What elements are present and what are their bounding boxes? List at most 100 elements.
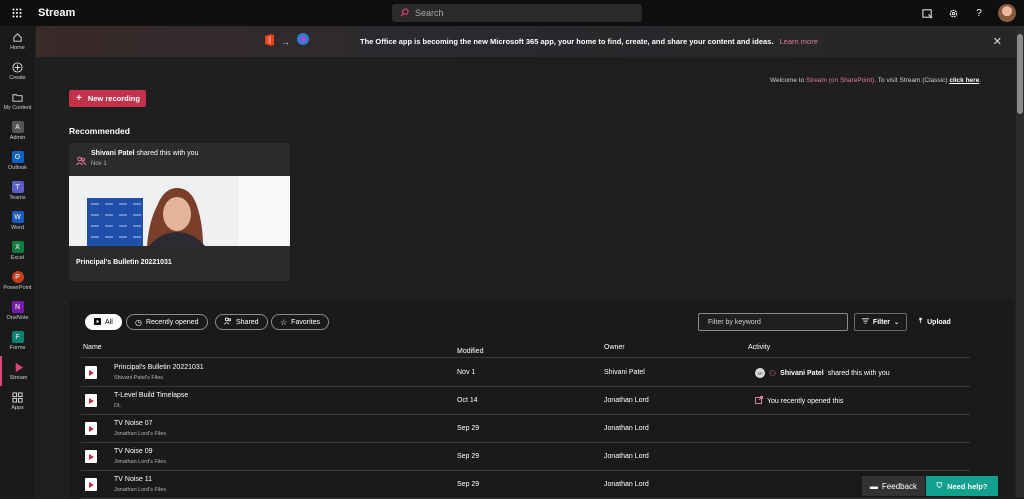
teams-icon: T	[11, 181, 24, 193]
user-avatar[interactable]	[998, 4, 1016, 22]
rail-item-create[interactable]: Create	[0, 56, 35, 86]
file-modified: Sep 29	[457, 453, 480, 460]
column-header-activity[interactable]: Activity	[748, 344, 770, 351]
word-icon: W	[11, 211, 24, 223]
scrollbar-thumb[interactable]	[1017, 34, 1023, 114]
rail-item-label: Stream	[9, 375, 28, 381]
search-icon	[400, 7, 409, 19]
file-owner: Jonathan Lord	[604, 453, 649, 460]
file-location: Jonathan Lord's Files	[114, 459, 167, 465]
rail-item-label: My Content	[3, 105, 32, 111]
welcome-suffix: .	[979, 77, 982, 84]
activity-text: shared this with you	[827, 369, 890, 377]
open-external-icon	[755, 396, 763, 406]
whats-new-icon[interactable]	[914, 0, 940, 26]
rail-item-label: OneNote	[6, 315, 29, 321]
rail-item-excel[interactable]: X Excel	[0, 236, 35, 266]
clock-icon: ◷	[135, 317, 142, 327]
table-row[interactable]: Principal's Bulletin 20221031 Shivani Pa…	[81, 359, 970, 387]
rail-item-onenote[interactable]: N OneNote	[0, 296, 35, 326]
filter-pill-label: Recently opened	[145, 318, 199, 326]
video-file-icon	[85, 394, 97, 407]
search-box[interactable]: Search	[392, 4, 642, 22]
new-recording-button[interactable]: + New recording	[69, 90, 146, 107]
rail-item-my-content[interactable]: My Content	[0, 86, 35, 116]
rail-item-label: Outlook	[8, 165, 27, 171]
video-thumbnail[interactable]	[69, 176, 290, 246]
feedback-label: Feedback	[881, 481, 918, 491]
table-row[interactable]: TV Noise 09 Jonathan Lord's Files Sep 29…	[81, 443, 970, 471]
recommended-card[interactable]: Shivani Patel shared this with you Nov 1…	[69, 143, 290, 281]
file-location: Jonathan Lord's Files	[114, 487, 167, 493]
onenote-icon: N	[11, 301, 24, 313]
file-owner: Jonathan Lord	[604, 481, 649, 488]
rail-item-label: Admin	[9, 135, 26, 141]
upload-label: Upload	[927, 318, 951, 326]
file-name[interactable]: T-Level Build Timelapse	[114, 392, 188, 399]
rail-item-teams[interactable]: T Teams	[0, 176, 35, 206]
page-scrollbar[interactable]	[1016, 26, 1024, 497]
filter-pill-label: Favorites	[291, 318, 320, 326]
rail-item-outlook[interactable]: O Outlook	[0, 146, 35, 176]
help-shield-icon: ⛉	[936, 481, 943, 490]
rail-item-powerpoint[interactable]: P PowerPoint	[0, 266, 35, 296]
forms-icon: F	[11, 331, 24, 343]
microsoft-365-logo-icon	[296, 32, 310, 51]
upload-button[interactable]: ⤒ Upload	[919, 313, 951, 331]
chevron-down-icon: ⌄	[894, 319, 900, 326]
filter-pill-all[interactable]: All	[85, 314, 122, 330]
filter-label: Filter	[872, 318, 891, 326]
video-file-icon	[85, 450, 97, 463]
rail-item-admin[interactable]: A Admin	[0, 116, 35, 146]
close-icon[interactable]: ✕	[993, 35, 1002, 48]
feedback-button[interactable]: ▬ Feedback	[862, 476, 925, 496]
rail-item-forms[interactable]: F Forms	[0, 326, 35, 356]
filter-button[interactable]: Filter ⌄	[854, 313, 907, 331]
rail-item-label: Word	[10, 225, 25, 231]
card-date: Nov 1	[91, 161, 107, 167]
sort-arrow-down-icon: ↓	[457, 348, 461, 355]
welcome-middle: . To visit Stream (Classic)	[874, 77, 950, 84]
rail-item-word[interactable]: W Word	[0, 206, 35, 236]
filter-keyword-input[interactable]: Filter by keyword	[698, 313, 848, 331]
table-row[interactable]: TV Noise 11 Jonathan Lord's Files Sep 29…	[81, 471, 970, 499]
column-header-name[interactable]: Name	[83, 344, 102, 351]
settings-gear-icon[interactable]	[940, 0, 966, 26]
files-section: All ◷ Recently opened Shared ☆ Favorites…	[69, 300, 1014, 499]
app-launcher-icon[interactable]	[0, 0, 34, 26]
column-header-modified-label: Modified	[457, 348, 484, 355]
stream-icon	[13, 361, 25, 373]
filter-pill-shared[interactable]: Shared	[215, 314, 268, 330]
rail-item-home[interactable]: Home	[0, 26, 35, 56]
app-title[interactable]: Stream	[38, 7, 75, 19]
file-owner: Shivani Patel	[604, 369, 645, 376]
table-header: Name Modified ↓ Owner Activity	[81, 340, 970, 358]
card-title[interactable]: Principal's Bulletin 20221031	[76, 259, 172, 266]
stream-sharepoint-link[interactable]: Stream (on SharePoint)	[806, 77, 874, 84]
filter-pill-recently-opened[interactable]: ◷ Recently opened	[126, 314, 208, 330]
file-owner: Jonathan Lord	[604, 425, 649, 432]
filter-pill-label: Shared	[236, 318, 259, 326]
rail-item-apps[interactable]: Apps	[0, 386, 35, 416]
column-header-owner[interactable]: Owner	[604, 344, 625, 351]
need-help-button[interactable]: ⛉ Need help?	[926, 476, 998, 496]
table-row[interactable]: TV Noise 07 Jonathan Lord's Files Sep 29…	[81, 415, 970, 443]
learn-more-link[interactable]: Learn more	[780, 37, 818, 46]
rail-item-label: PowerPoint	[3, 285, 32, 291]
rail-item-stream[interactable]: Stream	[0, 356, 35, 386]
powerpoint-icon: P	[11, 271, 24, 283]
file-name[interactable]: TV Noise 11	[114, 476, 152, 483]
announcement-banner: → The Office app is becoming the new Mic…	[36, 26, 1016, 57]
filter-pill-favorites[interactable]: ☆ Favorites	[271, 314, 329, 330]
click-here-link[interactable]: click here	[949, 77, 979, 84]
table-row[interactable]: T-Level Build Timelapse DL Oct 14 Jonath…	[81, 387, 970, 415]
help-icon[interactable]: ?	[966, 0, 992, 26]
avatar: SP	[755, 368, 765, 378]
chat-icon: ▬	[869, 481, 878, 491]
left-app-rail: Home Create My Content A Admin O Outlook…	[0, 26, 35, 497]
file-name[interactable]: TV Noise 07	[114, 420, 153, 427]
file-name[interactable]: TV Noise 09	[114, 448, 153, 455]
file-activity: You recently opened this	[755, 396, 843, 406]
people-icon: ⚇	[769, 368, 777, 378]
file-name[interactable]: Principal's Bulletin 20221031	[114, 364, 204, 371]
